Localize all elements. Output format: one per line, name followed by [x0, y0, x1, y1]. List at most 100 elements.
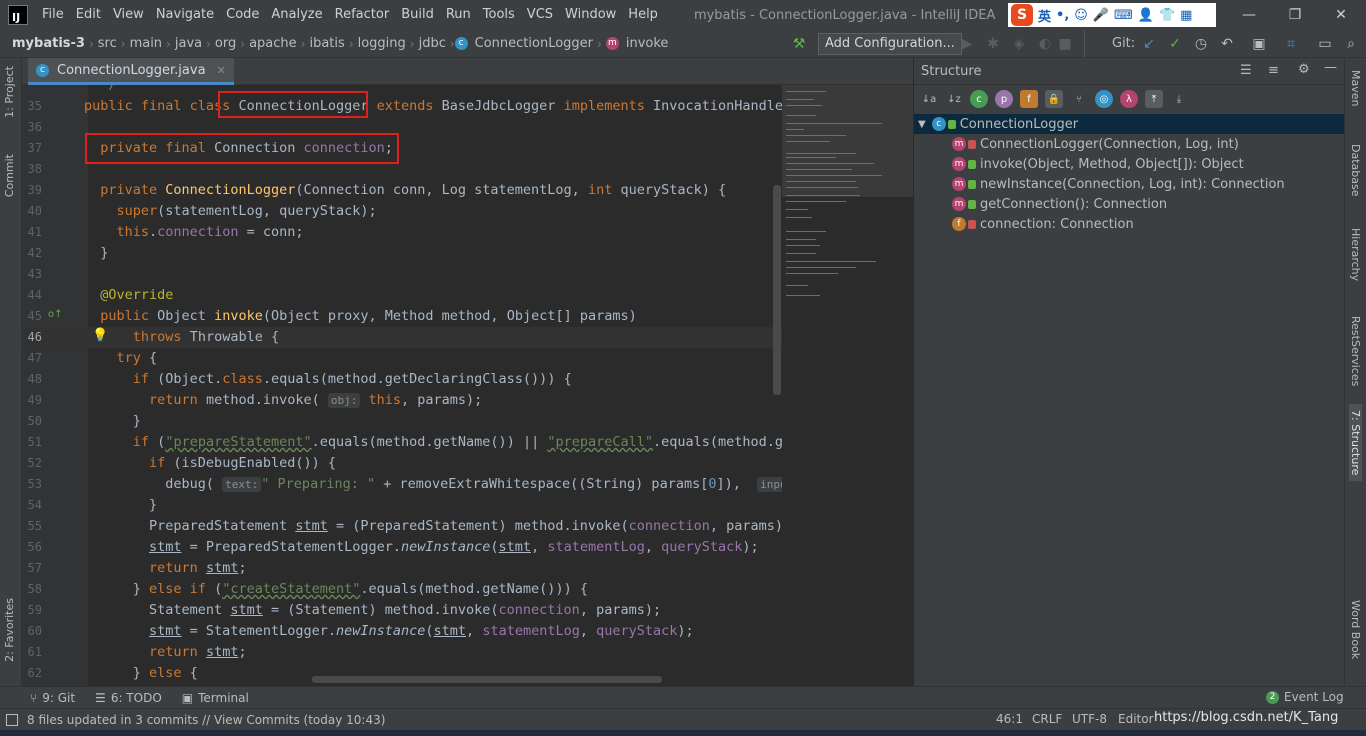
- tool-tab-maven[interactable]: Maven: [1349, 70, 1362, 106]
- structure-item-getconnection[interactable]: m getConnection(): Connection: [914, 194, 1345, 214]
- tool-window-todo[interactable]: ☰ 6: TODO: [95, 691, 162, 705]
- restore-button[interactable]: ❐: [1272, 0, 1318, 30]
- build-hammer-icon[interactable]: ⚒: [790, 35, 808, 53]
- git-rollback-icon[interactable]: ↶: [1218, 35, 1236, 53]
- minimize-button[interactable]: —: [1226, 0, 1272, 30]
- tool-tab-database[interactable]: Database: [1349, 144, 1362, 197]
- breadcrumb-main[interactable]: main: [126, 36, 166, 51]
- structure-root-item[interactable]: ▼ c ConnectionLogger: [914, 114, 1345, 134]
- add-configuration-button[interactable]: Add Configuration...: [818, 33, 962, 55]
- editor-tab-connectionlogger[interactable]: c ConnectionLogger.java ✕: [28, 58, 234, 85]
- tool-tab-favorites[interactable]: 2: Favorites: [3, 598, 16, 662]
- collapse-all-icon[interactable]: ≡: [1268, 63, 1279, 78]
- breadcrumb-jdbc[interactable]: jdbc: [415, 36, 450, 51]
- sort-by-visibility-icon[interactable]: ↓a: [920, 90, 938, 108]
- menu-run[interactable]: Run: [440, 0, 477, 30]
- tree-expand-icon[interactable]: ▼: [918, 119, 926, 130]
- menu-vcs[interactable]: VCS: [521, 0, 559, 30]
- autoscroll-to-source-icon[interactable]: ⤒: [1145, 90, 1163, 108]
- sort-alpha-icon[interactable]: ↓z: [945, 90, 963, 108]
- anonymous-classes-icon[interactable]: ⑂: [1070, 90, 1088, 108]
- breadcrumb-project[interactable]: mybatis-3: [8, 36, 89, 51]
- menu-navigate[interactable]: Navigate: [150, 0, 220, 30]
- run-icon[interactable]: ▶: [958, 35, 976, 53]
- tool-tab-commit[interactable]: Commit: [3, 154, 16, 197]
- translate-icon[interactable]: ⌗: [1282, 35, 1300, 53]
- hide-panel-icon[interactable]: —: [1324, 60, 1337, 75]
- code-editor[interactable]: */ 35 public final class ConnectionLogger…: [22, 85, 913, 686]
- git-history-icon[interactable]: ◷: [1192, 35, 1210, 53]
- override-marker-icon[interactable]: o↑: [48, 309, 63, 320]
- emoji-icon[interactable]: ☺: [1074, 8, 1088, 23]
- menu-view[interactable]: View: [107, 0, 150, 30]
- breadcrumb-logging[interactable]: logging: [354, 36, 410, 51]
- microphone-icon[interactable]: 🎤: [1093, 8, 1109, 23]
- grid-icon[interactable]: ▦: [1180, 8, 1192, 23]
- code-line: 50 }: [27, 413, 141, 429]
- user-icon[interactable]: 👤: [1138, 8, 1154, 23]
- menu-tools[interactable]: Tools: [477, 0, 521, 30]
- stop-icon[interactable]: ■: [1056, 35, 1074, 53]
- menu-edit[interactable]: Edit: [70, 0, 107, 30]
- show-properties-icon[interactable]: p: [995, 90, 1013, 108]
- menu-refactor[interactable]: Refactor: [329, 0, 396, 30]
- keyboard-icon[interactable]: ⌨: [1114, 8, 1133, 23]
- tool-tab-restservices[interactable]: RestServices: [1349, 316, 1362, 386]
- editor-vertical-scrollbar[interactable]: [773, 185, 781, 395]
- toggle-tool-windows-icon[interactable]: [6, 713, 18, 726]
- breadcrumb-apache[interactable]: apache: [245, 36, 301, 51]
- autoscroll-from-source-icon[interactable]: ⤓: [1170, 90, 1188, 108]
- breadcrumb-org[interactable]: org: [211, 36, 240, 51]
- structure-item-connection-field[interactable]: f connection: Connection: [914, 214, 1345, 234]
- search-everywhere-icon[interactable]: ⌕: [1342, 35, 1360, 53]
- structure-item-constructor[interactable]: m ConnectionLogger(Connection, Log, int): [914, 134, 1345, 154]
- show-non-public-icon[interactable]: 🔒: [1045, 90, 1063, 108]
- menu-file[interactable]: File: [36, 0, 70, 30]
- debug-icon[interactable]: ✱: [984, 35, 1002, 53]
- line-separator[interactable]: CRLF: [1032, 712, 1062, 726]
- presentation-icon[interactable]: ▭: [1316, 35, 1334, 53]
- show-fields-icon[interactable]: f: [1020, 90, 1038, 108]
- git-update-icon[interactable]: ↙: [1140, 35, 1158, 53]
- expand-all-icon[interactable]: ☰: [1240, 63, 1252, 78]
- structure-item-invoke[interactable]: m invoke(Object, Method, Object[]): Obje…: [914, 154, 1345, 174]
- code-minimap[interactable]: [782, 85, 913, 686]
- menu-build[interactable]: Build: [395, 0, 440, 30]
- structure-item-newinstance[interactable]: m newInstance(Connection, Log, int): Con…: [914, 174, 1345, 194]
- menu-analyze[interactable]: Analyze: [265, 0, 328, 30]
- shirt-icon[interactable]: 👕: [1159, 8, 1175, 23]
- tool-window-git[interactable]: ⑂ 9: Git: [30, 691, 75, 705]
- lambda-icon[interactable]: λ: [1120, 90, 1138, 108]
- tool-tab-word-book[interactable]: Word Book: [1349, 600, 1362, 659]
- project-structure-icon[interactable]: ▣: [1250, 35, 1268, 53]
- profile-icon[interactable]: ◐: [1036, 35, 1054, 53]
- menu-help[interactable]: Help: [622, 0, 664, 30]
- close-button[interactable]: ✕: [1318, 0, 1364, 30]
- caret-position[interactable]: 46:1: [996, 712, 1023, 726]
- tool-window-terminal[interactable]: ▣ Terminal: [182, 691, 249, 705]
- ime-toolbar[interactable]: S 英 •, ☺ 🎤 ⌨ 👤 👕 ▦: [1008, 3, 1216, 27]
- tool-tab-project[interactable]: 1: Project: [3, 66, 16, 118]
- breadcrumb-src[interactable]: src: [94, 36, 121, 51]
- breadcrumb-class[interactable]: ConnectionLogger: [471, 36, 597, 51]
- status-message[interactable]: 8 files updated in 3 commits // View Com…: [27, 713, 385, 727]
- editor-horizontal-scrollbar[interactable]: [312, 676, 662, 683]
- tool-tab-structure[interactable]: 7: Structure: [1349, 404, 1362, 482]
- punctuation-icon[interactable]: •,: [1056, 8, 1069, 23]
- show-inherited-icon[interactable]: c: [970, 90, 988, 108]
- ime-language-toggle[interactable]: 英: [1038, 6, 1051, 25]
- menu-window[interactable]: Window: [559, 0, 622, 30]
- menu-code[interactable]: Code: [220, 0, 265, 30]
- gear-icon[interactable]: ⚙: [1298, 62, 1310, 77]
- coverage-icon[interactable]: ◈: [1010, 35, 1028, 53]
- breadcrumb-ibatis[interactable]: ibatis: [305, 36, 348, 51]
- tool-tab-hierarchy[interactable]: Hierarchy: [1349, 228, 1362, 281]
- git-commit-icon[interactable]: ✓: [1166, 35, 1184, 53]
- file-encoding[interactable]: UTF-8: [1072, 712, 1107, 726]
- editor-config[interactable]: Editor: [1118, 712, 1154, 726]
- breadcrumb-java[interactable]: java: [171, 36, 206, 51]
- close-tab-icon[interactable]: ✕: [217, 64, 226, 77]
- tool-window-event-log[interactable]: 2 Event Log: [1266, 690, 1344, 704]
- breadcrumb-method[interactable]: invoke: [622, 36, 673, 51]
- show-lambdas-icon[interactable]: ◎: [1095, 90, 1113, 108]
